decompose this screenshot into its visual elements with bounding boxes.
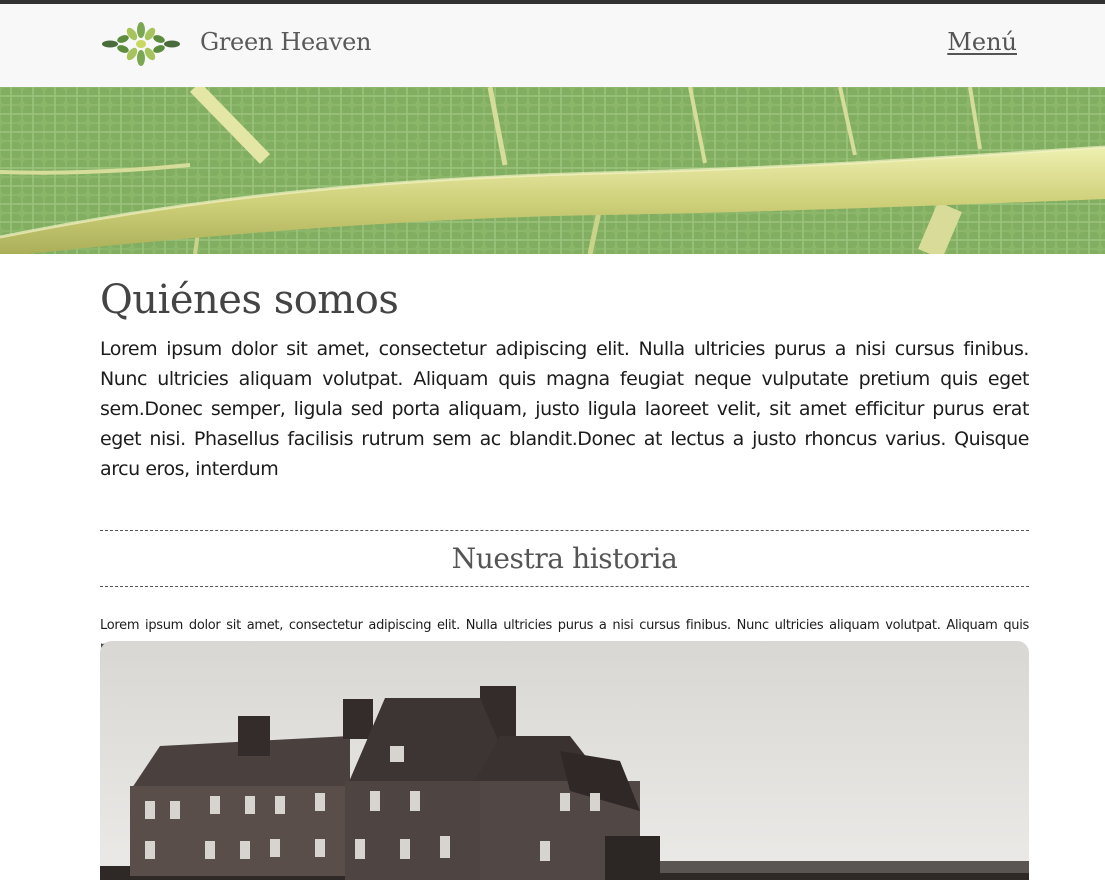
history-header: Nuestra historia [100, 530, 1029, 587]
building-photo-image [100, 641, 1029, 880]
site-header: Green Heaven Menú [0, 4, 1105, 87]
main-content: Quiénes somos Lorem ipsum dolor sit amet… [100, 254, 1029, 659]
leaf-cluster-logo-icon[interactable] [101, 20, 181, 68]
about-title: Quiénes somos [100, 277, 399, 323]
hero-leaf-image [0, 87, 1105, 254]
historic-building-photo [100, 641, 1029, 880]
menu-link[interactable]: Menú [947, 28, 1017, 56]
history-title: Nuestra historia [451, 542, 678, 575]
about-paragraph: Lorem ipsum dolor sit amet, consectetur … [100, 338, 1029, 480]
brand-name[interactable]: Green Heaven [200, 28, 372, 56]
leaf-texture-image [0, 87, 1105, 254]
